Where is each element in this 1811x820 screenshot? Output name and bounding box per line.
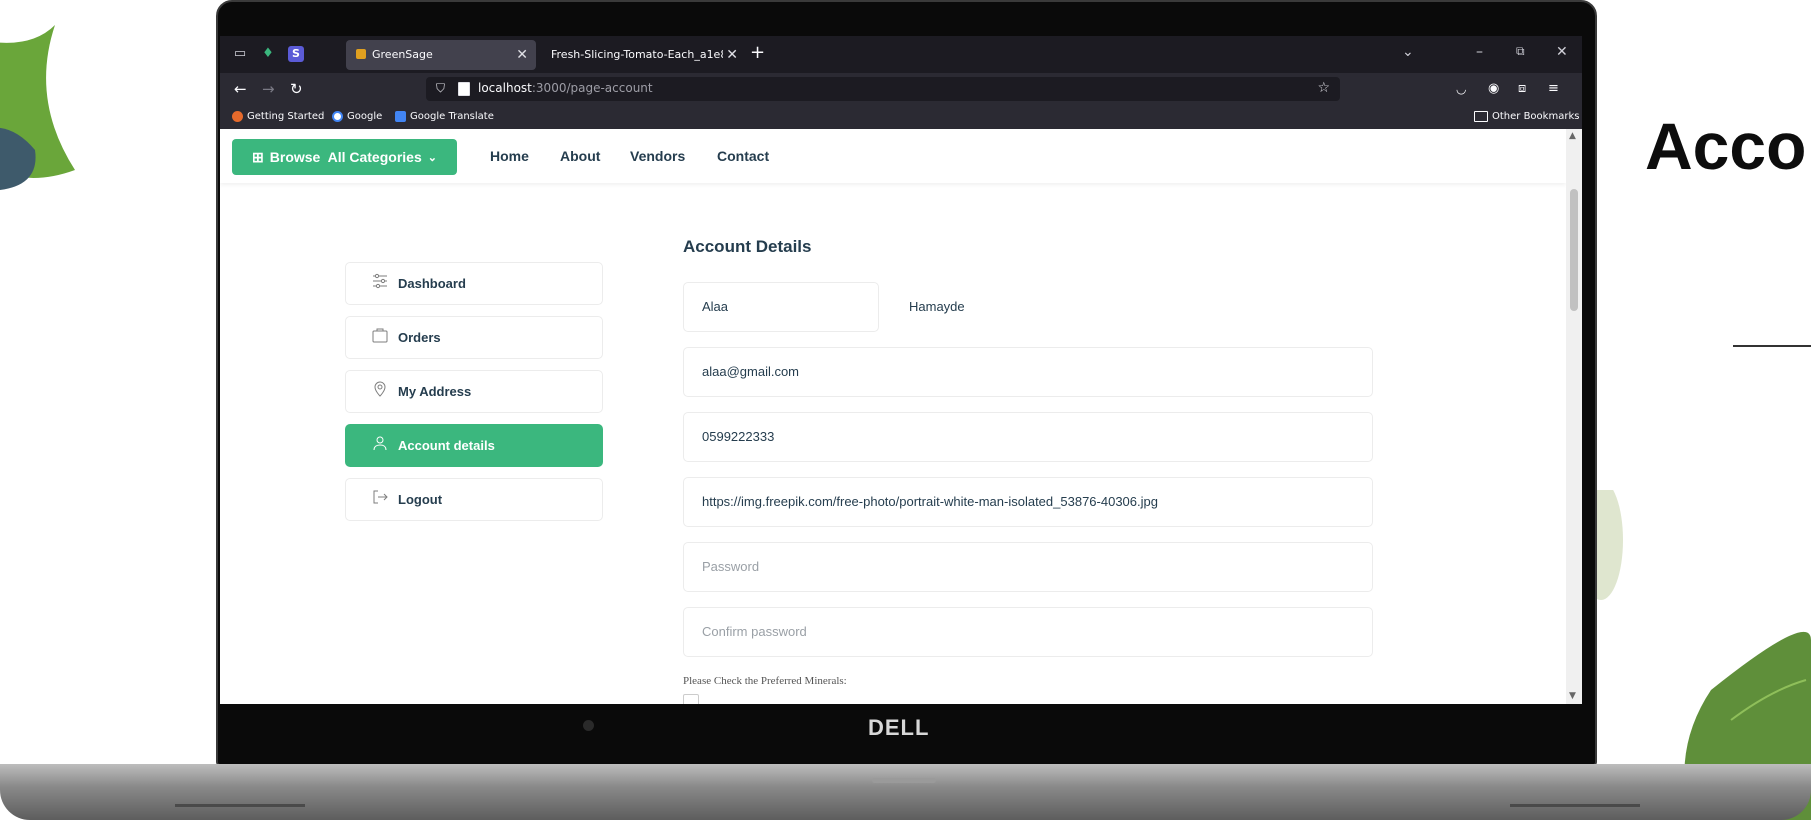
password-field[interactable]: Password [683,542,1373,592]
sidebar-item-logout[interactable]: Logout [345,478,603,521]
menu-icon[interactable]: ≡ [1548,81,1559,96]
close-tab-icon[interactable]: ✕ [726,40,738,70]
mineral-checkbox[interactable] [683,694,699,704]
extensions-icon[interactable]: ⧈ [1518,81,1526,96]
site-header-nav: ⊞ Browse All Categories ⌄ Home About Ven… [220,129,1566,183]
shield-icon[interactable]: ⛉ [436,81,445,96]
sidebar-item-label: My Address [398,384,472,399]
sidebar-item-my-address[interactable]: My Address [345,370,603,413]
sidebar-item-label: Account details [398,438,495,453]
image-url-field[interactable]: https://img.freepik.com/free-photo/portr… [683,477,1373,527]
minimize-icon[interactable]: – [1476,44,1483,60]
account-icon[interactable]: ◉ [1488,81,1499,96]
scroll-up-icon[interactable]: ▲ [1569,131,1576,141]
chevron-down-icon: ⌄ [427,151,437,164]
other-bookmarks[interactable]: Other Bookmarks [1474,111,1579,122]
phone-field[interactable]: 0599222333 [683,412,1373,462]
sidebar-item-label: Dashboard [398,276,466,291]
pocket-icon[interactable]: ◡ [1456,82,1466,96]
page-icon [458,82,470,96]
minerals-label: Please Check the Preferred Minerals: [683,675,847,687]
sidebar-item-orders[interactable]: Orders [345,316,603,359]
webcam [583,720,594,731]
scroll-thumb[interactable] [1570,189,1578,311]
forward-arrow-icon[interactable]: → [262,80,275,98]
tab-bar: ▭ ♦ S GreenSage ✕ Fresh-Slicing-Tomato-E… [220,36,1582,73]
folder-icon [1474,111,1488,122]
bookmarks-bar: Getting Started Google Google Translate … [220,105,1582,129]
slide-divider [1733,345,1811,347]
address-bar[interactable]: ⛉ localhost:3000/page-account ☆ [426,77,1340,101]
sidebar-item-account-details[interactable]: Account details [345,424,603,467]
last-name-field[interactable]: Hamayde [890,282,1373,332]
restore-icon[interactable]: ⧉ [1516,44,1525,59]
google-icon [332,111,343,122]
tab-manager-icon[interactable]: ▭ [232,46,248,62]
nav-home[interactable]: Home [490,148,529,164]
bookmark-star-icon[interactable]: ☆ [1317,80,1330,96]
page-scrollbar[interactable]: ▲ ▼ [1566,129,1582,704]
sidebar-item-label: Logout [398,492,443,507]
sidebar-item-label: Orders [398,330,441,345]
navigation-bar: ← → ↻ ⛉ localhost:3000/page-account ☆ ◡ … [220,73,1582,105]
extension-s-icon[interactable]: S [288,46,304,62]
user-icon [373,436,387,451]
nav-contact[interactable]: Contact [717,148,769,164]
translate-icon [395,111,406,122]
first-name-field[interactable]: Alaa [683,282,879,332]
account-details-title: Account Details [683,237,812,256]
tab-list-chevron-icon[interactable]: ⌄ [1402,44,1414,60]
tab-favicon [356,49,366,59]
bookmark-google-translate[interactable]: Google Translate [395,111,494,122]
browse-label: Browse All Categories [269,149,422,165]
grid-icon: ⊞ [252,148,264,165]
url-text: localhost:3000/page-account [478,81,653,95]
tab-label: GreenSage [372,48,433,61]
web-page: ⊞ Browse All Categories ⌄ Home About Ven… [220,129,1582,704]
bookmark-getting-started[interactable]: Getting Started [232,111,324,122]
nav-about[interactable]: About [560,148,600,164]
email-field[interactable]: alaa@gmail.com [683,347,1373,397]
screen: ▭ ♦ S GreenSage ✕ Fresh-Slicing-Tomato-E… [220,36,1582,704]
firefox-icon [232,111,243,122]
sidebar-item-dashboard[interactable]: Dashboard [345,262,603,305]
close-window-icon[interactable]: ✕ [1556,44,1568,60]
close-tab-icon[interactable]: ✕ [516,40,528,70]
sliders-icon [373,273,387,289]
leaf-decoration-left [0,25,75,190]
browse-categories-button[interactable]: ⊞ Browse All Categories ⌄ [232,139,457,175]
bag-icon [372,328,388,343]
bookmark-google[interactable]: Google [332,111,382,122]
logout-icon [373,490,388,504]
slide-title: Acco [1645,109,1807,183]
laptop-brand-logo: DELL [868,715,930,740]
tab-label: Fresh-Slicing-Tomato-Each_a1e8e4 [551,48,723,61]
laptop-base [0,764,1811,820]
back-arrow-icon[interactable]: ← [234,80,247,98]
tab-tomato[interactable]: Fresh-Slicing-Tomato-Each_a1e8e4 ✕ [536,40,746,70]
confirm-password-field[interactable]: Confirm password [683,607,1373,657]
tab-greensage[interactable]: GreenSage ✕ [346,40,536,70]
new-tab-icon[interactable]: + [750,42,765,63]
nav-vendors[interactable]: Vendors [630,148,685,164]
location-pin-icon [374,381,386,397]
scroll-down-icon[interactable]: ▼ [1569,691,1576,701]
reload-icon[interactable]: ↻ [290,80,303,98]
extension-leaf-icon[interactable]: ♦ [260,46,276,62]
